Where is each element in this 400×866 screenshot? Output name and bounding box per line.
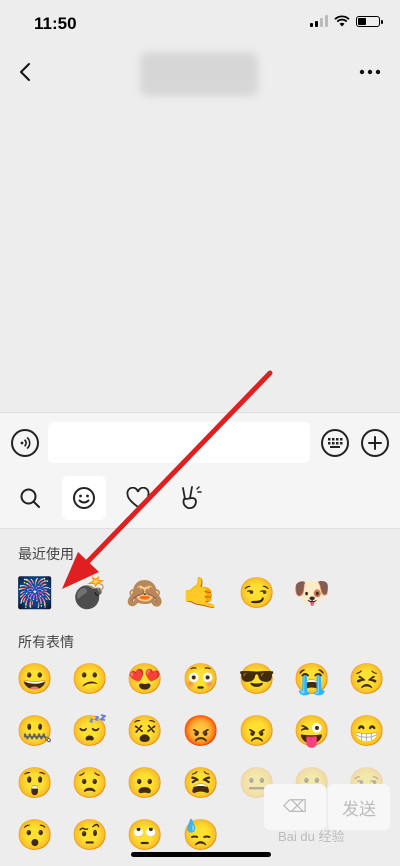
home-indicator (131, 852, 271, 857)
send-button[interactable]: 发送 (328, 784, 390, 830)
emoji-cell[interactable]: 😁 (348, 714, 385, 750)
chat-messages-area (0, 100, 400, 412)
status-icons (310, 15, 383, 27)
emoji-cell[interactable]: 😦 (126, 766, 163, 802)
message-input[interactable] (48, 422, 310, 463)
emoji-cell[interactable]: 😕 (71, 662, 108, 698)
emoji-tab[interactable] (62, 476, 106, 520)
recent-section-title: 最近使用 (18, 546, 74, 562)
gesture-tab[interactable] (168, 476, 212, 520)
emoji-cell[interactable]: 🤨 (71, 818, 108, 854)
keyboard-button[interactable] (321, 429, 349, 457)
all-section-title: 所有表情 (18, 634, 74, 650)
back-icon[interactable] (14, 60, 38, 84)
recent-emoji[interactable]: 🐶 (293, 576, 330, 612)
voice-button[interactable] (11, 429, 39, 457)
emoji-cell[interactable]: 😳 (182, 662, 219, 698)
emoji-cell[interactable]: 😟 (71, 766, 108, 802)
smiley-icon (73, 487, 95, 509)
recent-emoji[interactable]: 🤙 (182, 576, 219, 612)
emoji-cell[interactable]: 🙄 (126, 818, 163, 854)
emoji-cell[interactable]: 😠 (238, 714, 275, 750)
emoji-cell[interactable]: 😜 (293, 714, 330, 750)
chat-title-blurred (140, 52, 258, 96)
emoji-cell[interactable]: 😎 (238, 662, 275, 698)
emoji-cell[interactable]: 😀 (16, 662, 53, 698)
emoji-cell[interactable]: 😯 (16, 818, 53, 854)
plus-icon (368, 436, 382, 450)
emoji-cell[interactable]: 😴 (71, 714, 108, 750)
emoji-cell[interactable]: 😓 (182, 818, 219, 854)
victory-hand-icon (182, 486, 202, 510)
add-button[interactable] (361, 429, 389, 457)
emoji-cell[interactable]: 😫 (182, 766, 219, 802)
emoji-cell[interactable]: 🤐 (16, 714, 53, 750)
recent-emoji[interactable]: 😏 (238, 576, 275, 612)
favorites-tab[interactable] (116, 476, 160, 520)
voice-icon (20, 436, 31, 450)
wifi-icon (334, 15, 350, 27)
recent-emoji[interactable]: 🙈 (126, 576, 163, 612)
emoji-cell[interactable]: 😍 (126, 662, 163, 698)
status-time: 11:50 (34, 14, 77, 33)
heart-icon (126, 487, 150, 509)
emoji-cell[interactable]: 😡 (182, 714, 219, 750)
battery-icon (356, 15, 383, 27)
emoji-cell[interactable]: 😲 (16, 766, 53, 802)
cellular-signal-icon (310, 15, 328, 27)
emoji-cell[interactable]: 😣 (348, 662, 385, 698)
emoji-cell[interactable]: 😵 (126, 714, 163, 750)
recent-emoji[interactable]: 🎆 (16, 576, 53, 612)
emoji-cell[interactable]: 😭 (293, 662, 330, 698)
input-bar (0, 412, 400, 473)
backspace-icon: ⌫ (282, 797, 308, 816)
recent-emoji[interactable]: 💣 (71, 576, 108, 612)
more-icon[interactable] (358, 62, 382, 82)
emoji-tab-bar (0, 472, 400, 529)
search-icon (20, 488, 40, 508)
delete-button[interactable]: ⌫ (264, 784, 326, 830)
keyboard-icon (328, 438, 343, 448)
watermark: Bai du 经验 (278, 829, 345, 844)
search-tab[interactable] (8, 476, 52, 520)
recent-emoji-row: 🎆 💣 🙈 🤙 😏 🐶 (0, 572, 400, 618)
